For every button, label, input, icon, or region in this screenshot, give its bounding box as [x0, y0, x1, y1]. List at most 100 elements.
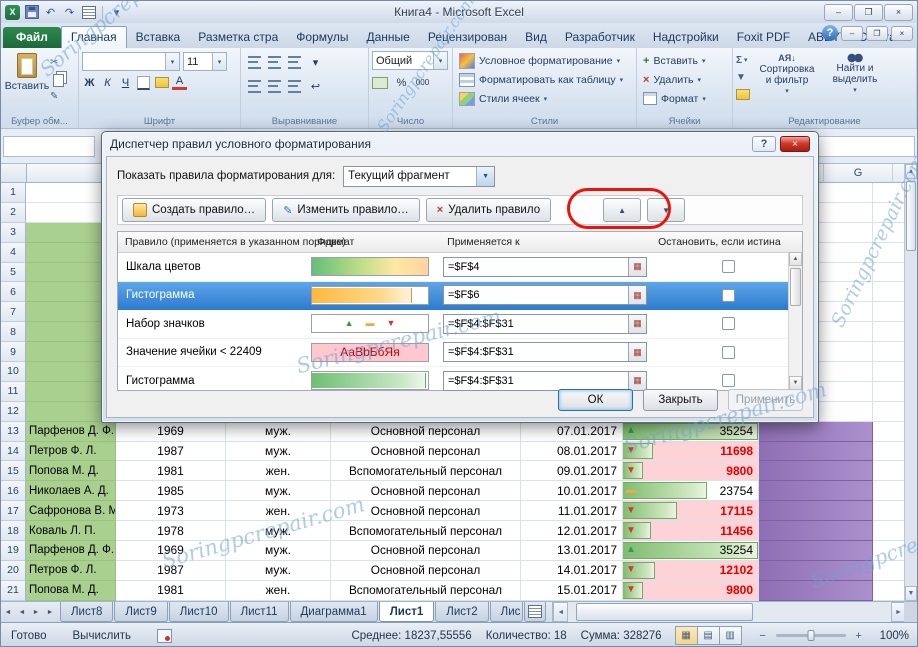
scroll-up-icon[interactable]: ▲ [905, 164, 917, 179]
cell-date[interactable]: 09.01.2017 [521, 461, 623, 482]
ribbon-tab-главная[interactable]: Главная [60, 26, 127, 48]
cell-year[interactable]: 1969 [116, 541, 226, 561]
close-button[interactable]: × [884, 3, 913, 21]
cell-name[interactable]: Коваль Л. П. [26, 521, 116, 542]
cell-value[interactable]: ▼ 11698 [623, 441, 759, 462]
cell-purple[interactable] [759, 580, 873, 601]
cell-purple[interactable] [759, 560, 873, 581]
cell-sex[interactable]: жен. [226, 461, 331, 482]
rules-scroll-up-icon[interactable]: ▲ [789, 252, 802, 266]
last-sheet-icon[interactable]: ► [43, 602, 57, 622]
rules-scroll-down-icon[interactable]: ▼ [789, 376, 802, 390]
cell-empty[interactable] [873, 501, 906, 522]
create-rule-button[interactable]: Создать правило… [122, 198, 267, 222]
cell-name[interactable]: Парфенов Д. Ф. [26, 541, 116, 561]
range-picker-icon[interactable]: ▦ [628, 371, 646, 390]
save-icon[interactable] [24, 5, 39, 20]
minimize-button[interactable]: – [824, 3, 853, 21]
stop-if-true-checkbox[interactable] [721, 374, 735, 388]
cell[interactable] [873, 183, 906, 203]
cell-value[interactable]: ▼ 12102 [623, 560, 759, 581]
bold-button[interactable]: Ж [82, 75, 97, 90]
workbook-close-button[interactable]: × [891, 25, 913, 41]
cell-date[interactable]: 15.01.2017 [521, 580, 623, 601]
excel-logo-icon[interactable]: X [5, 4, 20, 20]
dialog-help-icon[interactable]: ? [752, 136, 776, 152]
row-header[interactable]: 4 [1, 242, 26, 263]
format-cells-button[interactable]: Формат ▾ [640, 89, 729, 108]
applies-to-field[interactable]: =$F$4:$F$31 ▦ [443, 313, 647, 334]
zoom-in-icon[interactable]: + [852, 629, 866, 643]
cell-dept[interactable]: Основной персонал [331, 441, 521, 462]
cell-purple[interactable] [759, 441, 873, 462]
row-header[interactable]: 3 [1, 222, 26, 243]
cell[interactable] [873, 302, 906, 323]
range-picker-icon[interactable]: ▦ [628, 314, 646, 333]
cell-date[interactable]: 12.01.2017 [521, 521, 623, 542]
ribbon-tab-рецензирован[interactable]: Рецензирован [419, 27, 516, 48]
zoom-out-icon[interactable]: − [756, 629, 770, 643]
applies-to-field[interactable]: =$F$6 ▦ [443, 285, 647, 306]
format-as-table-button[interactable]: Форматировать как таблицу ▾ [456, 70, 633, 89]
sort-filter-button[interactable]: АЯ↓ Сортировка и фильтр ▾ [756, 51, 818, 115]
cell-year[interactable]: 1973 [116, 501, 226, 522]
zoom-slider[interactable] [775, 630, 846, 641]
cell[interactable] [873, 381, 906, 402]
select-all-corner[interactable] [1, 164, 27, 182]
cell-sex[interactable]: муж. [226, 541, 331, 561]
insert-cells-button[interactable]: + Вставить ▾ [640, 51, 729, 70]
cell-purple[interactable] [759, 541, 873, 561]
sheet-tab-лист2[interactable]: Лист2 [435, 602, 489, 622]
clear-button[interactable] [736, 87, 750, 101]
first-sheet-icon[interactable]: ◄ [1, 602, 15, 622]
row-header[interactable]: 13 [1, 421, 26, 442]
cell-sex[interactable]: муж. [226, 421, 331, 442]
cell-sex[interactable]: жен. [226, 580, 331, 601]
next-sheet-icon[interactable]: ► [29, 602, 43, 622]
applies-to-field[interactable]: =$F$4 ▦ [443, 256, 647, 277]
qat-customize-icon[interactable]: ▾ [109, 5, 124, 20]
sheet-tab-лист1[interactable]: Лист1 [378, 602, 435, 622]
applies-to-field[interactable]: =$F$4:$F$31 ▦ [443, 342, 647, 363]
font-group-label[interactable]: Шрифт [79, 116, 240, 127]
cell-date[interactable]: 07.01.2017 [521, 421, 623, 442]
hscroll-left-icon[interactable]: ◄ [553, 602, 569, 622]
normal-view-button[interactable]: ▦ [674, 626, 698, 645]
calculate-indicator[interactable]: Вычислить [73, 630, 132, 642]
row-header[interactable]: 11 [1, 381, 26, 402]
range-picker-icon[interactable]: ▦ [628, 257, 646, 276]
ribbon-tab-вставка[interactable]: Вставка [127, 27, 190, 48]
font-size-dropdown-icon[interactable]: ▾ [212, 53, 226, 70]
stop-if-true-checkbox[interactable] [721, 345, 735, 359]
cell-year[interactable]: 1987 [116, 441, 226, 462]
cell-purple[interactable] [759, 481, 873, 502]
dialog-close-icon[interactable]: × [780, 136, 810, 152]
row-header[interactable]: 16 [1, 481, 26, 502]
paste-button[interactable]: Вставить [4, 51, 50, 115]
number-format-dropdown-icon[interactable]: ▾ [433, 52, 447, 69]
ribbon-tab-разработчик[interactable]: Разработчик [556, 27, 644, 48]
align-center-icon[interactable] [268, 80, 281, 93]
insert-worksheet-icon[interactable] [524, 602, 547, 622]
cell-year[interactable]: 1978 [116, 521, 226, 542]
cell-purple[interactable] [759, 461, 873, 482]
page-layout-view-button[interactable]: ▤ [696, 626, 720, 645]
wrap-text-icon[interactable]: ↩ [308, 79, 323, 94]
name-box[interactable] [3, 136, 95, 157]
cell-name[interactable]: Попова М. Д. [26, 461, 116, 482]
cell-empty[interactable] [873, 541, 906, 561]
dialog-close-button[interactable]: Закрыть [643, 389, 718, 411]
range-picker-icon[interactable]: ▦ [628, 286, 646, 305]
sheet-tab-диаграмма1[interactable]: Диаграмма1 [289, 602, 378, 622]
cell-value[interactable]: ▼ 17115 [623, 501, 759, 522]
cell-empty[interactable] [873, 441, 906, 462]
macro-record-icon[interactable] [157, 628, 173, 643]
percent-icon[interactable]: % [394, 75, 409, 90]
maximize-button[interactable]: ❐ [854, 3, 883, 21]
cell-year[interactable]: 1981 [116, 461, 226, 482]
cell-empty[interactable] [873, 580, 906, 601]
borders-button[interactable] [136, 75, 151, 90]
number-group-label[interactable]: Число [369, 116, 452, 127]
cell-value[interactable]: ▲ 35254 [623, 421, 759, 442]
horizontal-scrollbar[interactable]: ◄ ► [552, 602, 906, 622]
